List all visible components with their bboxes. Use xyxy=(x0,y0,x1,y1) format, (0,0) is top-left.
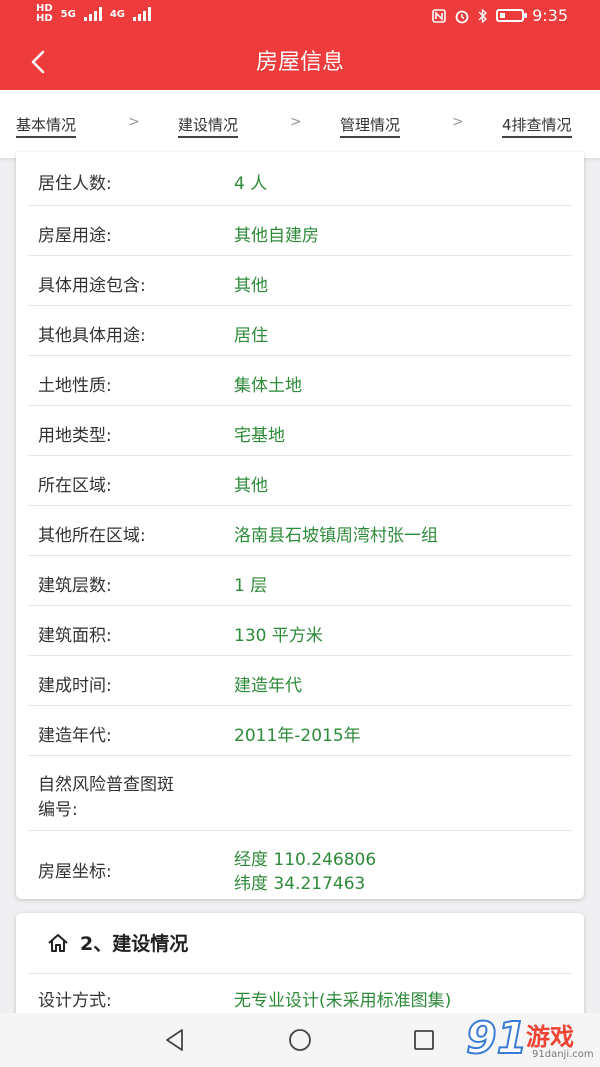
longitude-value: 经度 110.246806 xyxy=(234,850,377,870)
status-time: 9:35 xyxy=(532,6,568,25)
row-label: 其他具体用途: xyxy=(38,326,146,346)
home-icon xyxy=(48,934,68,952)
step-tabs: 基本情况 > 建设情况 > 管理情况 > 4排查情况 xyxy=(0,90,600,158)
info-row: 建筑层数: 1 层 xyxy=(28,556,572,606)
info-row: 建造年代: 2011年-2015年 xyxy=(28,706,572,756)
row-value: 130 平方米 xyxy=(234,626,323,646)
signal-bars-1-icon xyxy=(83,7,102,21)
step-separator: > xyxy=(128,114,140,130)
signal-bars-2-icon xyxy=(133,7,152,21)
basic-info-card: 居住人数: 4 人 房屋用途: 其他自建房 具体用途包含: 其他 其他具体用途:… xyxy=(16,152,584,899)
info-row: 居住人数: 4 人 xyxy=(28,152,572,206)
watermark-url: 91danji.com xyxy=(532,1049,594,1060)
row-label: 居住人数: xyxy=(38,174,112,194)
row-label: 建成时间: xyxy=(38,676,112,696)
row-value: 洛南县石坡镇周湾村张一组 xyxy=(234,526,438,546)
row-label: 其他所在区域: xyxy=(38,526,146,546)
row-value: 集体土地 xyxy=(234,376,302,396)
row-label: 土地性质: xyxy=(38,376,112,396)
row-label: 建筑面积: xyxy=(38,626,112,646)
bluetooth-icon xyxy=(478,7,488,24)
alarm-icon xyxy=(455,10,469,23)
step-separator: > xyxy=(452,114,464,130)
status-bar: HD HD 5G 4G 9:35 xyxy=(0,0,600,34)
battery-icon xyxy=(496,9,528,22)
row-value: 1 层 xyxy=(234,576,268,596)
watermark-text: 游戏 xyxy=(526,1023,574,1051)
page-title: 房屋信息 xyxy=(255,50,344,75)
row-label: 建筑层数: xyxy=(38,576,112,596)
row-label: 建造年代: xyxy=(38,726,112,746)
section-header: 2、建设情况 xyxy=(28,913,572,974)
info-row: 建成时间: 建造年代 xyxy=(28,656,572,706)
title-bar: 房屋信息 xyxy=(0,34,600,90)
row-label: 房屋用途: xyxy=(38,226,112,246)
network-badge-2: HD xyxy=(36,13,53,24)
latitude-value: 纬度 34.217463 xyxy=(234,874,366,894)
nav-back-icon[interactable] xyxy=(162,1027,188,1053)
tab-basic-info[interactable]: 基本情况 xyxy=(16,114,77,138)
signal-type-1: 5G xyxy=(60,8,76,20)
row-value: 居住 xyxy=(234,326,268,346)
info-row: 具体用途包含: 其他 xyxy=(28,256,572,306)
row-value: 宅基地 xyxy=(234,426,285,446)
row-value: 其他 xyxy=(234,476,268,496)
watermark-number: 91 xyxy=(465,1012,528,1065)
row-label: 设计方式: xyxy=(38,991,112,1011)
info-row: 土地性质: 集体土地 xyxy=(28,356,572,406)
tab-inspection[interactable]: 4排查情况 xyxy=(502,114,572,138)
row-value: 其他自建房 xyxy=(234,226,319,246)
info-row: 自然风险普查图斑 编号: xyxy=(28,756,572,831)
tab-management[interactable]: 管理情况 xyxy=(340,114,401,138)
info-row: 用地类型: 宅基地 xyxy=(28,406,572,456)
row-label: 房屋坐标: xyxy=(38,862,112,882)
info-row: 其他具体用途: 居住 xyxy=(28,306,572,356)
nfc-icon xyxy=(432,8,446,23)
info-row: 房屋坐标: 经度 110.246806 纬度 34.217463 xyxy=(28,831,572,899)
step-separator: > xyxy=(290,114,302,130)
row-value: 2011年-2015年 xyxy=(234,726,361,746)
watermark-logo: 91 游戏 91danji.com xyxy=(465,1011,596,1065)
row-value: 建造年代 xyxy=(234,676,302,696)
section-title: 2、建设情况 xyxy=(80,933,189,955)
nav-recent-icon[interactable] xyxy=(411,1027,437,1053)
signal-type-2: 4G xyxy=(109,8,126,20)
info-row: 房屋用途: 其他自建房 xyxy=(28,206,572,256)
info-row: 建筑面积: 130 平方米 xyxy=(28,606,572,656)
info-row: 其他所在区域: 洛南县石坡镇周湾村张一组 xyxy=(28,506,572,556)
tab-construction[interactable]: 建设情况 xyxy=(178,114,239,138)
row-label: 自然风险普查图斑 xyxy=(38,775,174,795)
row-label-continued: 编号: xyxy=(38,800,78,820)
nav-home-icon[interactable] xyxy=(287,1027,313,1053)
row-label: 具体用途包含: xyxy=(38,276,146,296)
row-label: 用地类型: xyxy=(38,426,112,446)
row-label: 所在区域: xyxy=(38,476,112,496)
status-left: HD HD 5G 4G xyxy=(36,4,152,24)
status-right: 9:35 xyxy=(432,6,568,25)
row-value: 其他 xyxy=(234,276,268,296)
row-value: 4 人 xyxy=(234,174,268,194)
row-value: 无专业设计(未采用标准图集) xyxy=(234,991,452,1011)
info-row: 所在区域: 其他 xyxy=(28,456,572,506)
